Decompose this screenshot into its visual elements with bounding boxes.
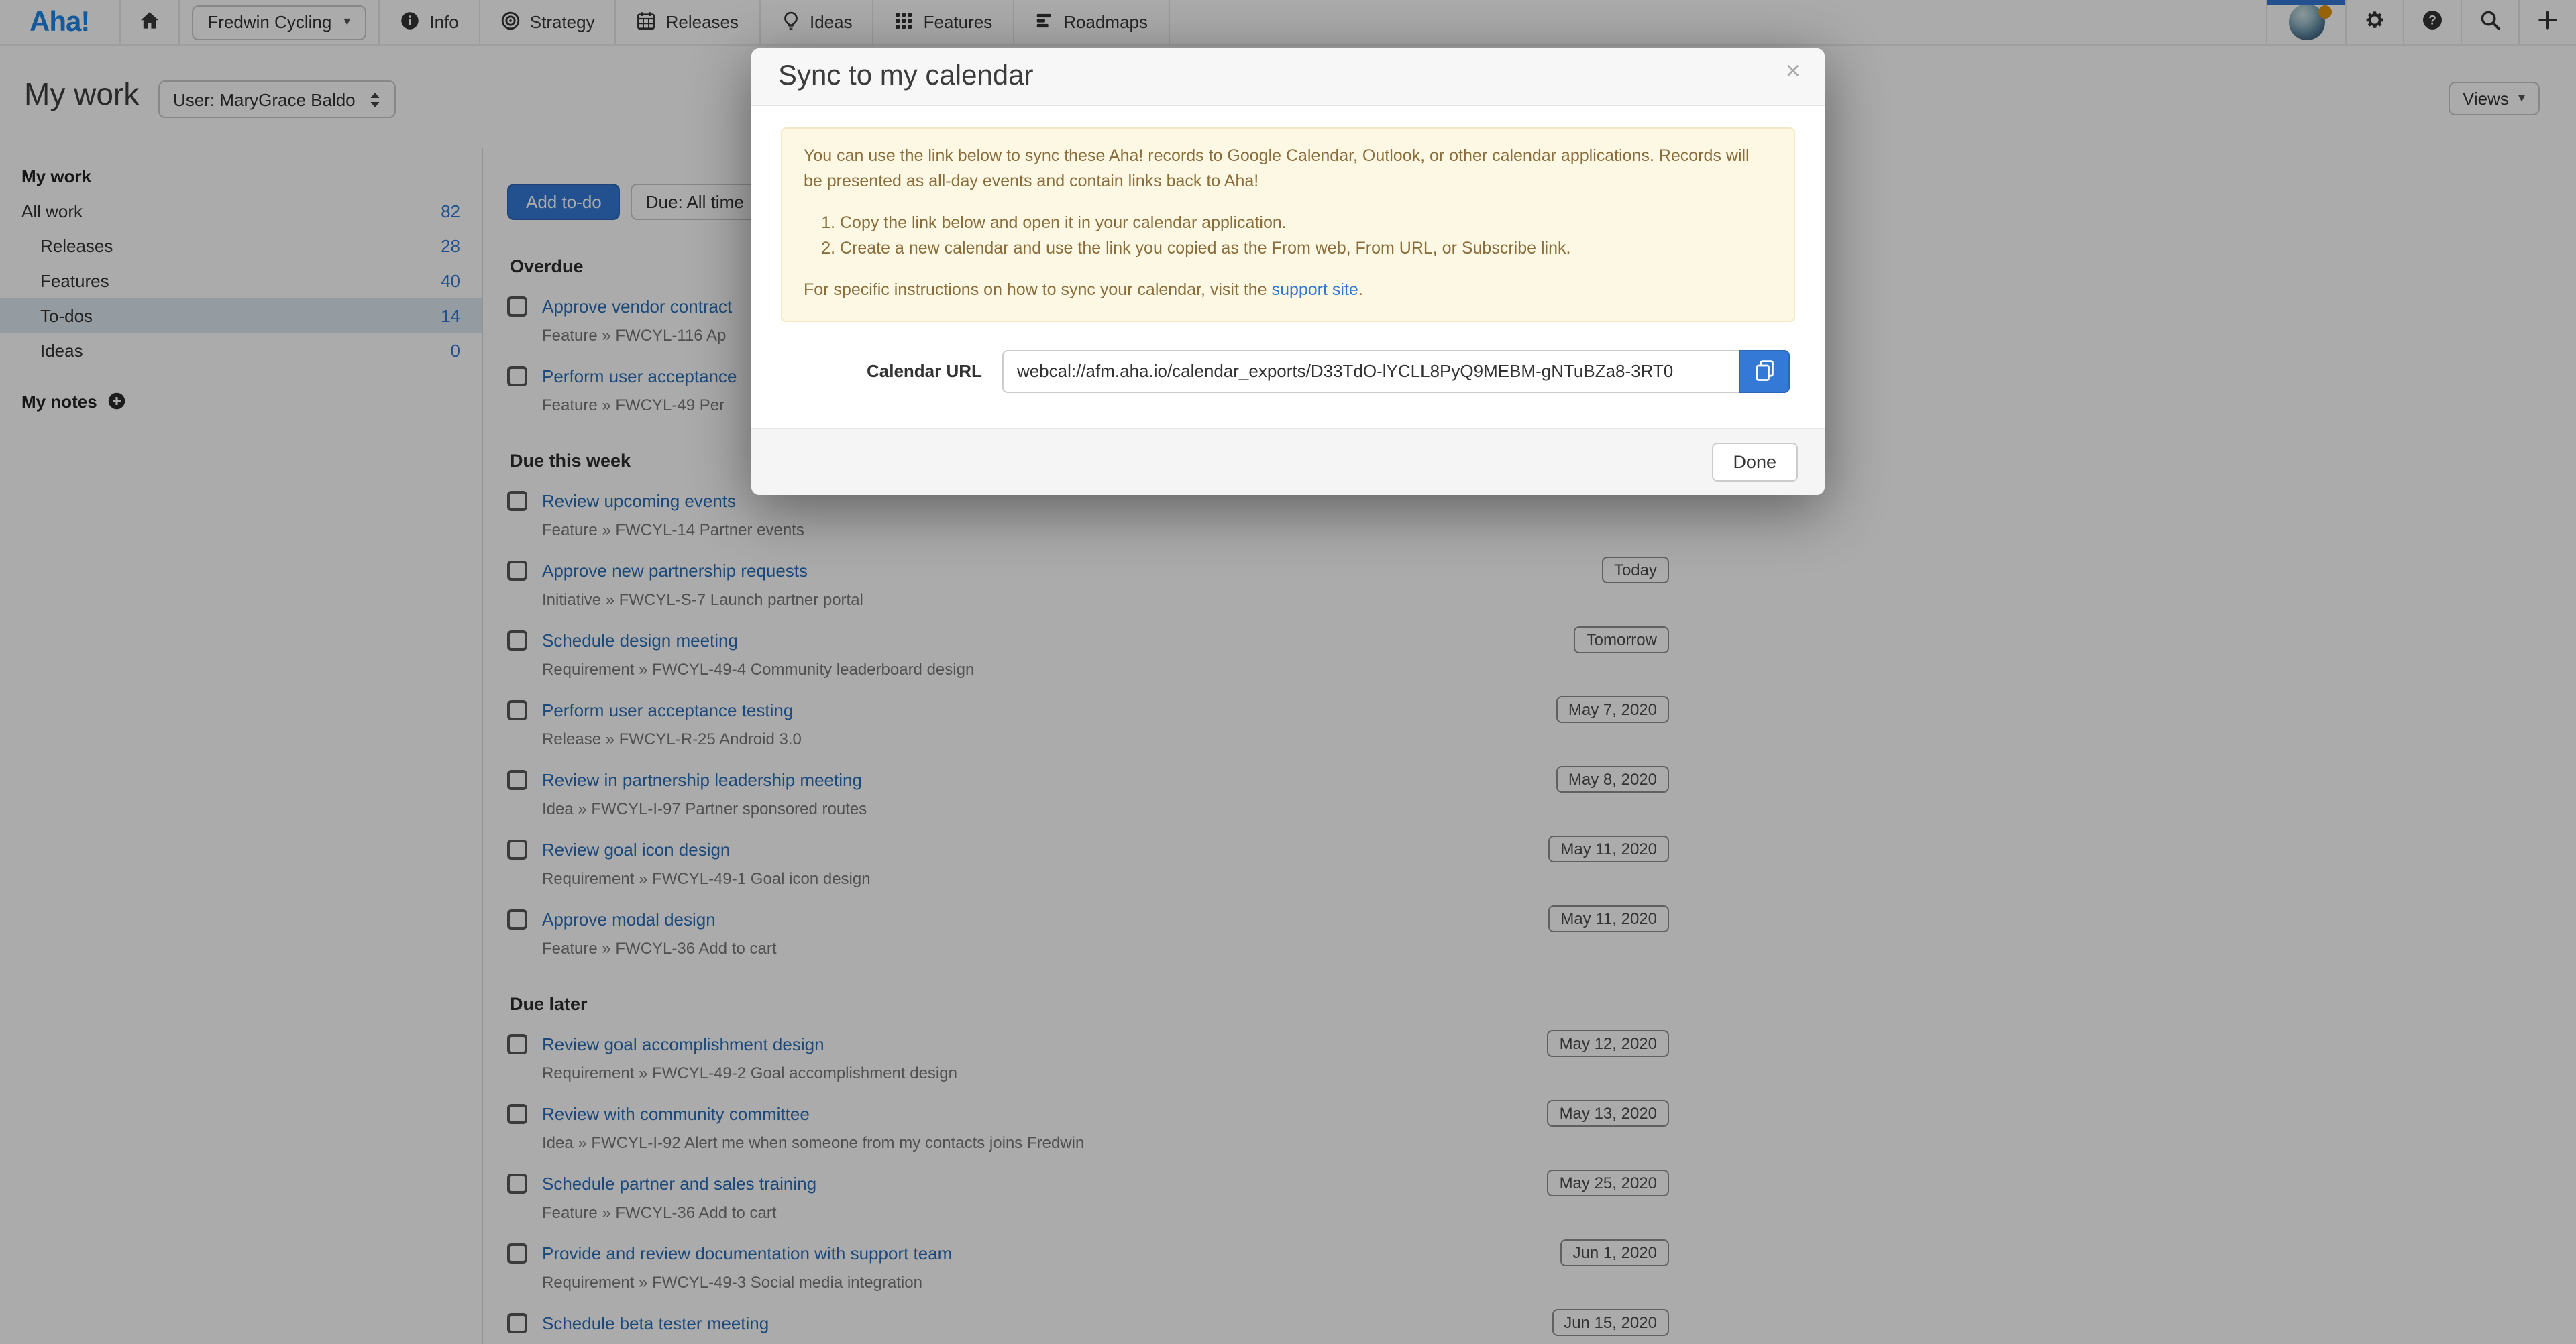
close-icon[interactable]: × xyxy=(1786,58,1801,89)
screen: Aha! Fredwin Cycling ▾ InfoStrategyRelea… xyxy=(0,0,2576,1344)
calendar-url-row: Calendar URL xyxy=(781,350,1795,393)
modal-footer: Done xyxy=(751,428,1825,495)
modal-header: Sync to my calendar × xyxy=(751,48,1825,106)
calendar-url-input[interactable] xyxy=(1002,350,1739,393)
sync-calendar-modal: Sync to my calendar × You can use the li… xyxy=(751,48,1825,495)
instruction-step: Copy the link below and open it in your … xyxy=(840,211,1772,237)
info-text: For specific instructions on how to sync… xyxy=(804,280,1272,298)
instruction-step: Create a new calendar and use the link y… xyxy=(840,236,1772,262)
info-paragraph: You can use the link below to sync these… xyxy=(804,144,1772,196)
modal-body: You can use the link below to sync these… xyxy=(751,106,1825,428)
info-banner: You can use the link below to sync these… xyxy=(781,127,1795,322)
info-text: . xyxy=(1358,280,1363,298)
calendar-url-label: Calendar URL xyxy=(867,361,982,382)
copy-icon xyxy=(1752,359,1777,384)
info-paragraph-2: For specific instructions on how to sync… xyxy=(804,277,1772,303)
modal-title: Sync to my calendar xyxy=(778,60,1798,93)
support-site-link[interactable]: support site xyxy=(1272,280,1358,298)
copy-url-button[interactable] xyxy=(1739,350,1790,393)
done-button[interactable]: Done xyxy=(1711,443,1798,482)
